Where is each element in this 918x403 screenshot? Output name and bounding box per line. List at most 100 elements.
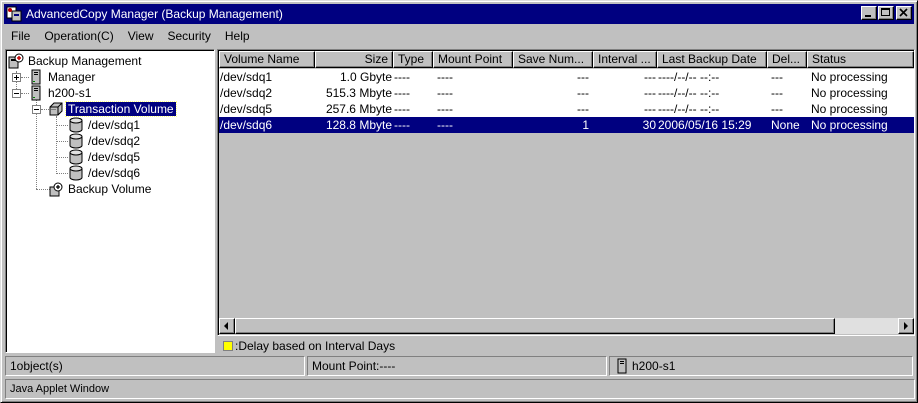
cell-last-backup-date: 2006/05/16 15:29	[658, 118, 752, 132]
cell-delay: ---	[771, 70, 783, 84]
column-header-status[interactable]: Status	[807, 51, 914, 68]
column-header-mount-point[interactable]: Mount Point	[433, 51, 513, 68]
table-row[interactable]: /dev/sdq2 515.3 Mbyte ---- ---- --- --- …	[219, 85, 914, 101]
column-header-type[interactable]: Type	[393, 51, 433, 68]
table-row[interactable]: /dev/sdq1 1.0 Gbyte ---- ---- --- --- --…	[219, 69, 914, 85]
menu-security[interactable]: Security	[161, 27, 218, 45]
cell-save-num: ---	[577, 86, 589, 100]
cell-interval: 30	[642, 118, 656, 132]
table-row[interactable]: /dev/sdq5 257.6 Mbyte ---- ---- --- --- …	[219, 101, 914, 117]
column-header-save-num[interactable]: Save Num...	[513, 51, 593, 68]
cell-save-num: 1	[582, 118, 589, 132]
tree-node-h200-s1[interactable]: h200-s1	[28, 85, 93, 101]
java-applet-warning: Java Applet Window	[5, 379, 915, 399]
tree-label: h200-s1	[48, 86, 92, 100]
cell-last-backup-date: ----/--/-- --:--	[658, 86, 720, 100]
tree-node-dev-sdq1[interactable]: /dev/sdq1	[68, 117, 142, 133]
backup-management-icon	[8, 53, 24, 69]
cell-interval: ---	[644, 102, 656, 116]
status-host-text: h200-s1	[632, 359, 676, 373]
tree-node-dev-sdq5[interactable]: /dev/sdq5	[68, 149, 142, 165]
volume-table[interactable]: Volume Name Size Type Mount Point Save N…	[217, 49, 915, 336]
collapse-toggle-icon[interactable]	[12, 89, 21, 98]
status-object-count: 1object(s)	[5, 356, 305, 376]
server-icon	[28, 69, 44, 85]
tree-label-selected: Transaction Volume	[65, 101, 177, 117]
cell-interval: ---	[644, 70, 656, 84]
column-header-size[interactable]: Size	[315, 51, 393, 68]
tree-label: Manager	[48, 70, 96, 84]
menu-operation[interactable]: Operation(C)	[37, 27, 120, 45]
disk-icon	[68, 133, 84, 149]
status-mount-point: Mount Point:----	[307, 356, 607, 376]
menu-file[interactable]: File	[4, 27, 37, 45]
disk-icon	[68, 117, 84, 133]
column-header-volume-name[interactable]: Volume Name	[219, 51, 315, 68]
tree-connector	[56, 157, 68, 158]
window-controls	[860, 6, 912, 20]
cell-mount-point: ----	[437, 102, 453, 116]
tree-node-manager[interactable]: Manager	[28, 69, 97, 85]
cell-save-num: ---	[577, 102, 589, 116]
cell-save-num: ---	[577, 70, 589, 84]
close-button[interactable]	[896, 6, 912, 20]
cell-type: ----	[394, 118, 410, 132]
cell-last-backup-date: ----/--/-- --:--	[658, 102, 720, 116]
cell-volume-name: /dev/sdq6	[220, 118, 273, 132]
tree-node-backup-management[interactable]: Backup Management	[8, 53, 143, 69]
cell-size: 257.6 Mbyte	[325, 102, 392, 116]
maximize-button[interactable]	[878, 6, 894, 20]
cell-size: 515.3 Mbyte	[325, 86, 392, 100]
collapse-toggle-icon[interactable]	[32, 105, 41, 114]
menu-help[interactable]: Help	[218, 27, 257, 45]
cell-delay: None	[771, 118, 800, 132]
menu-bar: File Operation(C) View Security Help	[4, 26, 257, 46]
cell-last-backup-date: ----/--/-- --:--	[658, 70, 720, 84]
expand-toggle-icon[interactable]	[12, 73, 21, 82]
status-bar: 1object(s) Mount Point:---- h200-s1	[5, 356, 915, 376]
scroll-thumb[interactable]	[235, 318, 835, 334]
column-header-delay[interactable]: Del...	[767, 51, 807, 68]
tree-label: Backup Volume	[68, 182, 152, 196]
cell-delay: ---	[771, 86, 783, 100]
backup-volume-icon	[48, 181, 64, 197]
menu-view[interactable]: View	[121, 27, 161, 45]
cell-status: No processing	[811, 70, 888, 84]
cell-type: ----	[394, 70, 410, 84]
maximize-icon	[881, 8, 890, 16]
disk-icon	[68, 165, 84, 181]
tree-node-dev-sdq6[interactable]: /dev/sdq6	[68, 165, 142, 181]
delay-legend: :Delay based on Interval Days	[223, 338, 395, 354]
table-body: /dev/sdq1 1.0 Gbyte ---- ---- --- --- --…	[219, 69, 914, 133]
tree-node-backup-volume[interactable]: Backup Volume	[48, 181, 153, 197]
cell-mount-point: ----	[437, 86, 453, 100]
cell-status: No processing	[811, 118, 888, 132]
cell-status: No processing	[811, 102, 888, 116]
cell-mount-point: ----	[437, 70, 453, 84]
scroll-left-button[interactable]	[219, 318, 235, 334]
cell-volume-name: /dev/sdq2	[220, 86, 273, 100]
tree-connector	[56, 141, 68, 142]
cell-mount-point: ----	[437, 118, 453, 132]
minimize-button[interactable]	[861, 6, 877, 20]
cell-interval: ---	[644, 86, 656, 100]
tree-label: /dev/sdq6	[88, 166, 141, 180]
table-row-selected[interactable]: /dev/sdq6 128.8 Mbyte ---- ---- 1 30 200…	[219, 117, 914, 133]
cell-volume-name: /dev/sdq5	[220, 102, 273, 116]
cell-status: No processing	[811, 86, 888, 100]
column-header-interval[interactable]: Interval ...	[593, 51, 657, 68]
tree-label: /dev/sdq1	[88, 118, 141, 132]
scroll-right-button[interactable]	[898, 318, 914, 334]
tree-connector	[56, 125, 68, 126]
status-object-count-text: 1object(s)	[10, 359, 63, 373]
navigation-tree[interactable]: Backup Management Manager h200-s1 Transa…	[5, 49, 215, 353]
cell-size: 1.0 Gbyte	[339, 70, 392, 84]
column-header-last-backup-date[interactable]: Last Backup Date	[657, 51, 767, 68]
cell-delay: ---	[771, 102, 783, 116]
title-bar[interactable]: AdvancedCopy Manager (Backup Management)	[4, 4, 914, 24]
horizontal-scrollbar[interactable]	[219, 318, 914, 334]
table-header: Volume Name Size Type Mount Point Save N…	[219, 51, 914, 68]
tree-node-transaction-volume[interactable]: Transaction Volume	[48, 101, 177, 117]
tree-label: /dev/sdq2	[88, 134, 141, 148]
tree-node-dev-sdq2[interactable]: /dev/sdq2	[68, 133, 142, 149]
